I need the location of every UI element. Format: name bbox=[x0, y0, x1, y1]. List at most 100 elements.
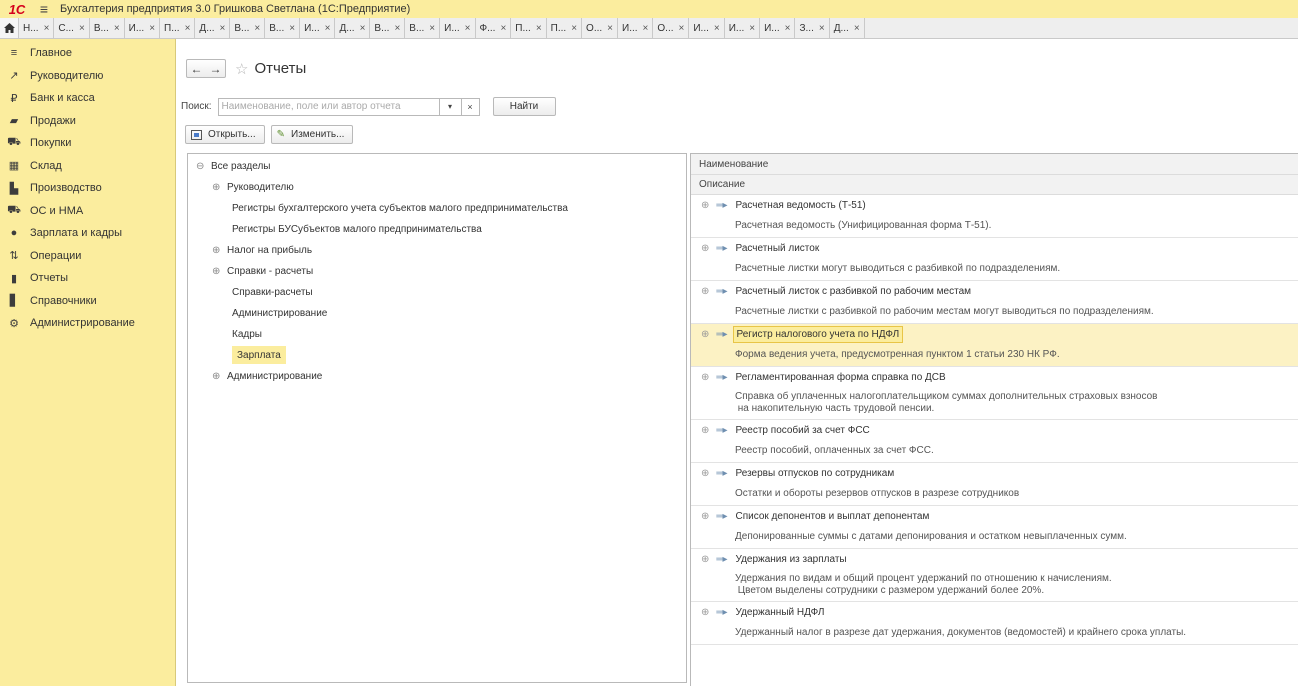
sidebar-item[interactable]: ▙ Производство bbox=[0, 177, 175, 200]
window-tab[interactable]: О... × bbox=[653, 18, 690, 38]
close-tab-icon[interactable]: × bbox=[854, 23, 860, 34]
close-tab-icon[interactable]: × bbox=[44, 23, 50, 34]
find-button[interactable]: Найти bbox=[492, 97, 556, 116]
sidebar-item[interactable]: ▋ Справочники bbox=[0, 290, 175, 313]
window-tab[interactable]: В... × bbox=[405, 18, 441, 38]
sidebar-item[interactable]: ▮ Отчеты bbox=[0, 267, 175, 290]
report-name-row[interactable]: ⊕ ═▸ Удержания из зарплаты bbox=[691, 549, 1298, 570]
sidebar-item[interactable]: ⚙ Администрирование bbox=[0, 312, 175, 335]
report-name[interactable]: Реестр пособий за счет ФСС bbox=[733, 423, 873, 438]
report-row[interactable]: ⊕ ═▸ Удержания из зарплаты Удержания по вид… bbox=[691, 549, 1298, 602]
report-name-row[interactable]: ⊕ ═▸ Реестр пособий за счет ФСС bbox=[691, 420, 1298, 441]
expand-icon[interactable]: ⊕ bbox=[212, 182, 221, 193]
expand-icon[interactable]: ⊕ bbox=[701, 607, 709, 618]
window-tab[interactable]: Д... × bbox=[195, 18, 231, 38]
column-header-description[interactable]: Описание bbox=[691, 175, 1298, 195]
report-name-row[interactable]: ⊕ ═▸ Расчетная ведомость (Т-51) bbox=[691, 195, 1298, 216]
forward-arrow-icon[interactable]: → bbox=[210, 62, 222, 76]
report-name[interactable]: Регламентированная форма справка по ДСВ bbox=[733, 370, 949, 385]
report-name[interactable]: Удержания из зарплаты bbox=[733, 552, 850, 567]
window-tab[interactable]: П... × bbox=[511, 18, 547, 38]
close-tab-icon[interactable]: × bbox=[714, 23, 720, 34]
close-tab-icon[interactable]: × bbox=[571, 23, 577, 34]
tree-item[interactable]: Регистры бухгалтерского учета субъектов … bbox=[232, 199, 568, 217]
tree-item[interactable]: ⊕ Руководителю bbox=[212, 178, 294, 196]
report-row[interactable]: ⊕ ═▸ Расчетная ведомость (Т-51) Расчетная в… bbox=[691, 195, 1298, 238]
report-name-row[interactable]: ⊕ ═▸ Расчетный листок с разбивкой по рабоч… bbox=[691, 281, 1298, 302]
tree-item[interactable]: ⊕ Администрирование bbox=[212, 367, 322, 385]
report-name[interactable]: Удержанный НДФЛ bbox=[733, 605, 828, 620]
expand-icon[interactable]: ⊕ bbox=[701, 468, 709, 479]
close-tab-icon[interactable]: × bbox=[289, 23, 295, 34]
tree-item[interactable]: ⊕ Справки - расчеты bbox=[212, 262, 313, 280]
main-menu-icon[interactable]: ≡ bbox=[34, 0, 54, 18]
window-tab[interactable]: Д... × bbox=[335, 18, 371, 38]
app-logo[interactable]: 1С bbox=[0, 0, 34, 18]
report-name-row[interactable]: ⊕ ═▸ Список депонентов и выплат депонентам bbox=[691, 506, 1298, 527]
window-tab[interactable]: И... × bbox=[440, 18, 476, 38]
expand-icon[interactable]: ⊕ bbox=[701, 200, 709, 211]
favorite-star-icon[interactable]: ☆ bbox=[235, 60, 248, 78]
close-tab-icon[interactable]: × bbox=[254, 23, 260, 34]
report-name-row[interactable]: ⊕ ═▸ Расчетный листок bbox=[691, 238, 1298, 259]
tree-item[interactable]: Администрирование bbox=[232, 304, 327, 322]
back-forward-buttons[interactable]: ← → bbox=[186, 59, 226, 78]
close-tab-icon[interactable]: × bbox=[749, 23, 755, 34]
window-tab[interactable]: З... × bbox=[795, 18, 830, 38]
home-icon[interactable] bbox=[0, 18, 19, 38]
close-tab-icon[interactable]: × bbox=[79, 23, 85, 34]
window-tab[interactable]: О... × bbox=[582, 18, 619, 38]
expand-icon[interactable]: ⊕ bbox=[212, 245, 221, 256]
report-row[interactable]: ⊕ ═▸ Расчетный листок Расчетные листки могу… bbox=[691, 238, 1298, 281]
expand-icon[interactable]: ⊕ bbox=[701, 329, 709, 340]
collapse-icon[interactable]: ⊖ bbox=[196, 161, 205, 172]
expand-icon[interactable]: ⊕ bbox=[212, 371, 221, 382]
report-name-row[interactable]: ⊕ ═▸ Удержанный НДФЛ bbox=[691, 602, 1298, 623]
tree-item[interactable]: Справки-расчеты bbox=[232, 283, 313, 301]
window-tab[interactable]: В... × bbox=[90, 18, 125, 38]
report-row[interactable]: ⊕ ═▸ Регламентированная форма справка по Д… bbox=[691, 367, 1298, 420]
window-tab[interactable]: И... × bbox=[725, 18, 761, 38]
window-tab[interactable]: В... × bbox=[370, 18, 406, 38]
sidebar-item[interactable]: ⛟ ОС и НМА bbox=[0, 200, 175, 223]
open-button[interactable]: Открыть... bbox=[185, 125, 265, 144]
window-tab[interactable]: И... × bbox=[125, 18, 161, 38]
close-tab-icon[interactable]: × bbox=[360, 23, 366, 34]
sidebar-item[interactable]: ▰ Продажи bbox=[0, 110, 175, 133]
window-tab[interactable]: Д... × bbox=[830, 18, 865, 38]
expand-icon[interactable]: ⊕ bbox=[701, 554, 709, 565]
report-name[interactable]: Список депонентов и выплат депонентам bbox=[733, 509, 933, 524]
window-tab[interactable]: И... × bbox=[618, 18, 654, 38]
sidebar-item[interactable]: ≡ Главное bbox=[0, 42, 175, 65]
sidebar-item[interactable]: ▦ Склад bbox=[0, 155, 175, 178]
close-tab-icon[interactable]: × bbox=[429, 23, 435, 34]
expand-icon[interactable]: ⊕ bbox=[701, 243, 709, 254]
close-tab-icon[interactable]: × bbox=[325, 23, 331, 34]
window-tab[interactable]: И... × bbox=[689, 18, 725, 38]
report-row[interactable]: ⊕ ═▸ Расчетный листок с разбивкой по рабоч… bbox=[691, 281, 1298, 324]
close-tab-icon[interactable]: × bbox=[536, 23, 542, 34]
search-input[interactable] bbox=[217, 97, 440, 116]
report-name[interactable]: Регистр налогового учета по НДФЛ bbox=[732, 326, 904, 343]
expand-icon[interactable]: ⊕ bbox=[701, 425, 709, 436]
close-tab-icon[interactable]: × bbox=[785, 23, 791, 34]
close-tab-icon[interactable]: × bbox=[114, 23, 120, 34]
window-tab[interactable]: Ф... × bbox=[476, 18, 512, 38]
report-name[interactable]: Расчетный листок bbox=[733, 241, 823, 256]
report-row[interactable]: ⊕ ═▸ Резервы отпусков по сотрудникам Остатк… bbox=[691, 463, 1298, 506]
report-row[interactable]: ⊕ ═▸ Регистр налогового учета по НДФЛ Форма… bbox=[691, 324, 1298, 367]
sidebar-item[interactable]: ● Зарплата и кадры bbox=[0, 222, 175, 245]
close-tab-icon[interactable]: × bbox=[607, 23, 613, 34]
expand-icon[interactable]: ⊕ bbox=[701, 511, 709, 522]
window-tab[interactable]: П... × bbox=[547, 18, 583, 38]
column-header-name[interactable]: Наименование bbox=[691, 154, 1298, 175]
search-dropdown-icon[interactable]: ▾ bbox=[439, 97, 462, 116]
expand-icon[interactable]: ⊕ bbox=[701, 372, 709, 383]
window-tab[interactable]: Н... × bbox=[19, 18, 55, 38]
back-arrow-icon[interactable]: ← bbox=[191, 62, 203, 76]
report-row[interactable]: ⊕ ═▸ Реестр пособий за счет ФСС Реестр посо… bbox=[691, 420, 1298, 463]
edit-button[interactable]: ✎ Изменить... bbox=[270, 125, 354, 144]
sidebar-item[interactable]: ⛟ Покупки bbox=[0, 132, 175, 155]
expand-icon[interactable]: ⊕ bbox=[701, 286, 709, 297]
window-tab[interactable]: П... × bbox=[160, 18, 196, 38]
